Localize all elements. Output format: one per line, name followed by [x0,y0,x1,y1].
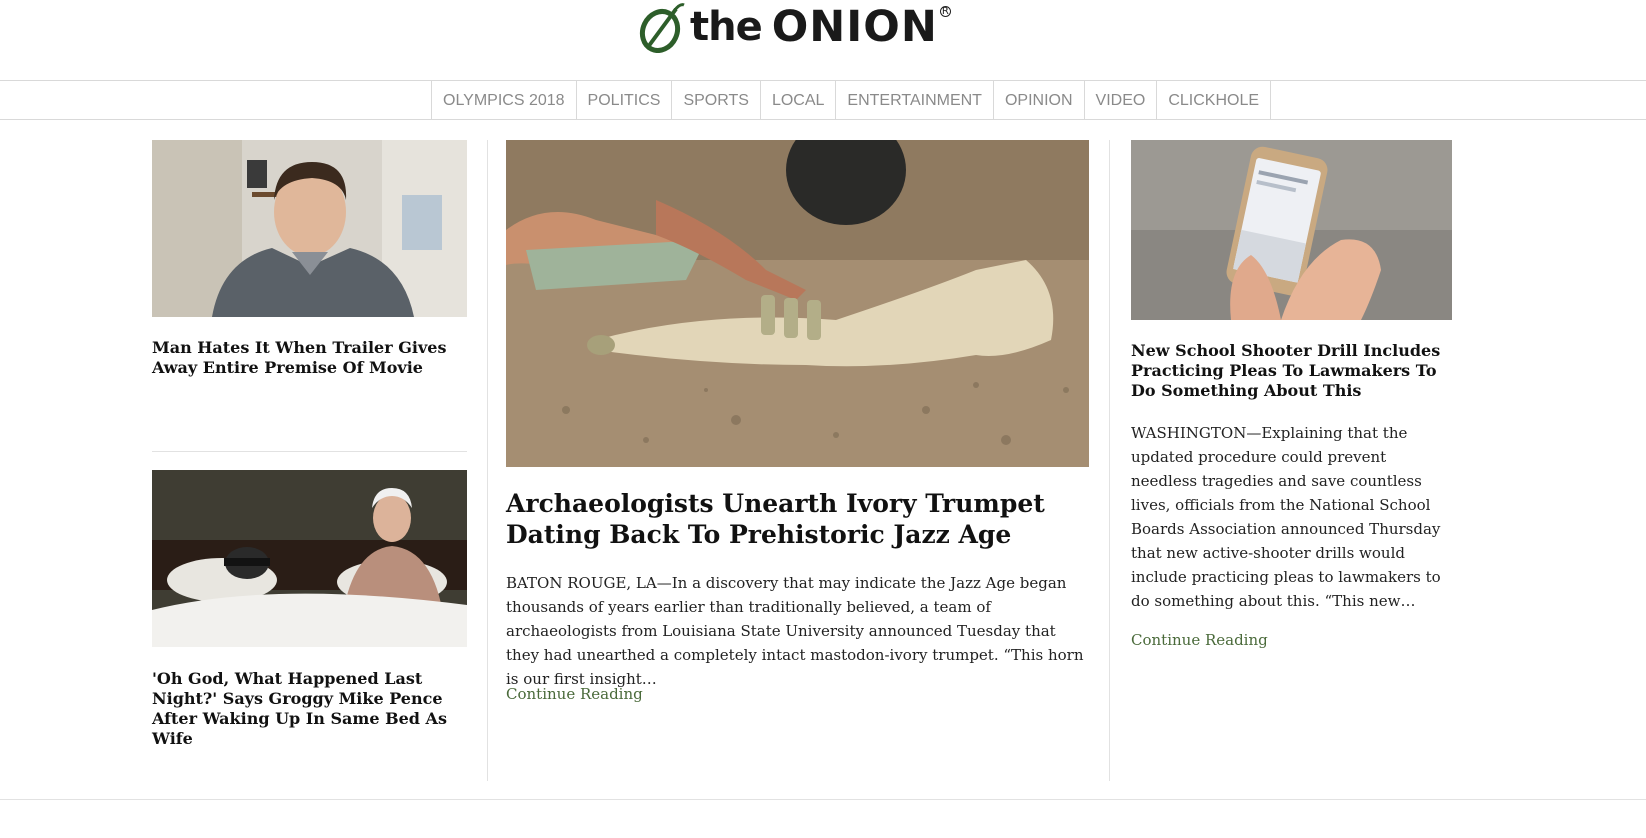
story-excerpt-shooter-drill: WASHINGTON—Explaining that the updated p… [1131,424,1441,610]
bottom-divider [0,799,1646,800]
nav-item-entertainment[interactable]: ENTERTAINMENT [836,81,994,120]
site-header: the ONION R [0,0,1646,80]
logo-word-the: the [690,4,763,50]
nav-item-video[interactable]: VIDEO [1085,81,1158,120]
story-headline-pence[interactable]: 'Oh God, What Happened Last Night?' Says… [152,669,467,749]
onion-leaf-icon [639,3,685,53]
column-divider-left [487,140,488,781]
nav-item-olympics[interactable]: OLYMPICS 2018 [432,81,577,120]
nav-item-politics[interactable]: POLITICS [577,81,673,120]
story-image-pence[interactable] [152,470,467,647]
nav-item-local[interactable]: LOCAL [761,81,837,120]
nav-list: OLYMPICS 2018 POLITICS SPORTS LOCAL ENTE… [431,81,1272,120]
feature-continue-reading-link[interactable]: Continue Reading [506,685,643,703]
story-headline-man-trailer[interactable]: Man Hates It When Trailer Gives Away Ent… [152,338,467,378]
nav-item-clickhole[interactable]: CLICKHOLE [1157,81,1272,120]
story-image-man-trailer[interactable] [152,140,467,317]
feature-excerpt: BATON ROUGE, LA—In a discovery that may … [506,574,1084,688]
story-image-ivory-trumpet[interactable] [506,140,1089,467]
story-continue-reading-link[interactable]: Continue Reading [1131,631,1268,649]
story-headline-shooter-drill[interactable]: New School Shooter Drill Includes Practi… [1131,341,1452,401]
column-divider-right [1109,140,1110,781]
site-logo[interactable]: the ONION R [636,0,951,54]
feature-headline[interactable]: Archaeologists Unearth Ivory Trumpet Dat… [506,488,1089,550]
section-nav: OLYMPICS 2018 POLITICS SPORTS LOCAL ENTE… [0,80,1646,120]
story-image-phone[interactable] [1131,140,1452,320]
logo-word-onion: ONION [771,2,938,52]
nav-item-sports[interactable]: SPORTS [672,81,761,120]
left-divider [152,451,467,452]
registered-mark: R [939,5,951,17]
nav-item-opinion[interactable]: OPINION [994,81,1085,120]
